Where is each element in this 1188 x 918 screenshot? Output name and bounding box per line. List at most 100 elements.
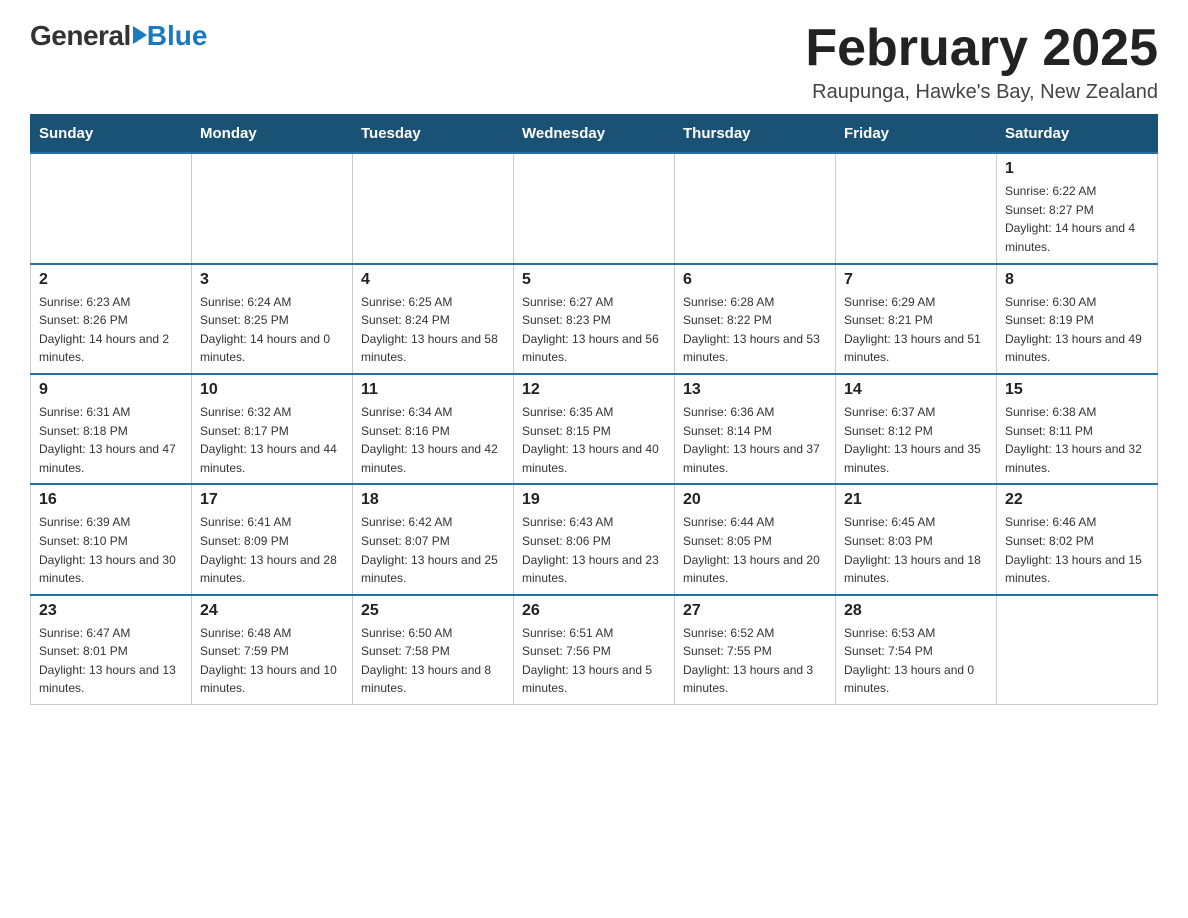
calendar-cell: 8 Sunrise: 6:30 AMSunset: 8:19 PMDaylight… — [997, 264, 1158, 374]
day-number: 17 — [200, 491, 344, 509]
calendar-cell: 16Sunrise: 6:39 AMSunset: 8:10 PMDayligh… — [31, 484, 192, 594]
calendar-cell — [675, 153, 836, 263]
calendar-cell — [514, 153, 675, 263]
calendar-cell: 23 Sunrise: 6:47 AMSunset: 8:01 PMDayligh… — [31, 595, 192, 705]
day-number: 27 — [683, 602, 827, 620]
calendar-cell: 20Sunrise: 6:44 AMSunset: 8:05 PMDayligh… — [675, 484, 836, 594]
calendar-week-row: 23 Sunrise: 6:47 AMSunset: 8:01 PMDayligh… — [31, 595, 1158, 705]
calendar-cell — [192, 153, 353, 263]
calendar-cell: 26 Sunrise: 6:51 AMSunset: 7:56 PMDayligh… — [514, 595, 675, 705]
weekday-header-monday: Monday — [192, 115, 353, 154]
day-info: Sunrise: 6:43 AMSunset: 8:06 PMDaylight:… — [522, 513, 666, 587]
calendar-cell — [353, 153, 514, 263]
logo-general-text: General — [30, 20, 131, 52]
calendar-cell: 4 Sunrise: 6:25 AMSunset: 8:24 PMDaylight… — [353, 264, 514, 374]
calendar-cell: 6 Sunrise: 6:28 AMSunset: 8:22 PMDaylight… — [675, 264, 836, 374]
day-number: 15 — [1005, 381, 1149, 399]
calendar-cell — [31, 153, 192, 263]
day-number: 5 — [522, 271, 666, 289]
day-info: Sunrise: 6:39 AMSunset: 8:10 PMDaylight:… — [39, 513, 183, 587]
day-number: 2 — [39, 271, 183, 289]
day-info: Sunrise: 6:29 AMSunset: 8:21 PMDaylight:… — [844, 293, 988, 367]
day-number: 3 — [200, 271, 344, 289]
calendar-cell: 7 Sunrise: 6:29 AMSunset: 8:21 PMDaylight… — [836, 264, 997, 374]
calendar-cell: 10Sunrise: 6:32 AMSunset: 8:17 PMDayligh… — [192, 374, 353, 484]
day-info: Sunrise: 6:27 AMSunset: 8:23 PMDaylight:… — [522, 293, 666, 367]
calendar-week-row: 9Sunrise: 6:31 AMSunset: 8:18 PMDaylight… — [31, 374, 1158, 484]
day-number: 10 — [200, 381, 344, 399]
calendar-cell: 24 Sunrise: 6:48 AMSunset: 7:59 PMDayligh… — [192, 595, 353, 705]
logo-blue-part: Blue — [131, 20, 208, 52]
calendar-cell: 25Sunrise: 6:50 AMSunset: 7:58 PMDayligh… — [353, 595, 514, 705]
calendar-cell: 11 Sunrise: 6:34 AMSunset: 8:16 PMDayligh… — [353, 374, 514, 484]
calendar-table: SundayMondayTuesdayWednesdayThursdayFrid… — [30, 114, 1158, 705]
day-number: 4 — [361, 271, 505, 289]
day-info: Sunrise: 6:22 AMSunset: 8:27 PMDaylight:… — [1005, 182, 1149, 256]
weekday-header-wednesday: Wednesday — [514, 115, 675, 154]
day-number: 9 — [39, 381, 183, 399]
day-info: Sunrise: 6:48 AMSunset: 7:59 PMDaylight:… — [200, 624, 344, 698]
day-info: Sunrise: 6:36 AMSunset: 8:14 PMDaylight:… — [683, 403, 827, 477]
calendar-week-row: 1 Sunrise: 6:22 AMSunset: 8:27 PMDaylight… — [31, 153, 1158, 263]
logo: General Blue — [30, 20, 207, 52]
day-info: Sunrise: 6:44 AMSunset: 8:05 PMDaylight:… — [683, 513, 827, 587]
day-info: Sunrise: 6:50 AMSunset: 7:58 PMDaylight:… — [361, 624, 505, 698]
day-info: Sunrise: 6:30 AMSunset: 8:19 PMDaylight:… — [1005, 293, 1149, 367]
day-info: Sunrise: 6:28 AMSunset: 8:22 PMDaylight:… — [683, 293, 827, 367]
day-number: 24 — [200, 602, 344, 620]
calendar-cell: 28 Sunrise: 6:53 AMSunset: 7:54 PMDayligh… — [836, 595, 997, 705]
calendar-cell: 2 Sunrise: 6:23 AMSunset: 8:26 PMDaylight… — [31, 264, 192, 374]
day-number: 21 — [844, 491, 988, 509]
day-number: 23 — [39, 602, 183, 620]
calendar-cell: 1 Sunrise: 6:22 AMSunset: 8:27 PMDaylight… — [997, 153, 1158, 263]
day-number: 18 — [361, 491, 505, 509]
calendar-cell: 21 Sunrise: 6:45 AMSunset: 8:03 PMDayligh… — [836, 484, 997, 594]
calendar-cell: 9Sunrise: 6:31 AMSunset: 8:18 PMDaylight… — [31, 374, 192, 484]
calendar-cell: 19 Sunrise: 6:43 AMSunset: 8:06 PMDayligh… — [514, 484, 675, 594]
calendar-week-row: 2 Sunrise: 6:23 AMSunset: 8:26 PMDaylight… — [31, 264, 1158, 374]
calendar-cell: 5 Sunrise: 6:27 AMSunset: 8:23 PMDaylight… — [514, 264, 675, 374]
title-section: February 2025 Raupunga, Hawke's Bay, New… — [805, 20, 1158, 104]
day-number: 8 — [1005, 271, 1149, 289]
day-info: Sunrise: 6:24 AMSunset: 8:25 PMDaylight:… — [200, 293, 344, 367]
calendar-cell: 3 Sunrise: 6:24 AMSunset: 8:25 PMDaylight… — [192, 264, 353, 374]
calendar-cell — [836, 153, 997, 263]
day-number: 11 — [361, 381, 505, 399]
weekday-header-saturday: Saturday — [997, 115, 1158, 154]
day-number: 26 — [522, 602, 666, 620]
day-info: Sunrise: 6:23 AMSunset: 8:26 PMDaylight:… — [39, 293, 183, 367]
calendar-cell: 27 Sunrise: 6:52 AMSunset: 7:55 PMDayligh… — [675, 595, 836, 705]
day-number: 19 — [522, 491, 666, 509]
day-number: 6 — [683, 271, 827, 289]
logo-blue-text: Blue — [147, 20, 208, 52]
calendar-cell: 15 Sunrise: 6:38 AMSunset: 8:11 PMDayligh… — [997, 374, 1158, 484]
day-info: Sunrise: 6:38 AMSunset: 8:11 PMDaylight:… — [1005, 403, 1149, 477]
day-number: 28 — [844, 602, 988, 620]
day-info: Sunrise: 6:41 AMSunset: 8:09 PMDaylight:… — [200, 513, 344, 587]
calendar-cell: 14Sunrise: 6:37 AMSunset: 8:12 PMDayligh… — [836, 374, 997, 484]
day-info: Sunrise: 6:46 AMSunset: 8:02 PMDaylight:… — [1005, 513, 1149, 587]
calendar-header-row: SundayMondayTuesdayWednesdayThursdayFrid… — [31, 115, 1158, 154]
calendar-week-row: 16Sunrise: 6:39 AMSunset: 8:10 PMDayligh… — [31, 484, 1158, 594]
day-number: 13 — [683, 381, 827, 399]
day-info: Sunrise: 6:52 AMSunset: 7:55 PMDaylight:… — [683, 624, 827, 698]
calendar-cell: 13 Sunrise: 6:36 AMSunset: 8:14 PMDayligh… — [675, 374, 836, 484]
day-info: Sunrise: 6:53 AMSunset: 7:54 PMDaylight:… — [844, 624, 988, 698]
day-info: Sunrise: 6:25 AMSunset: 8:24 PMDaylight:… — [361, 293, 505, 367]
calendar-cell — [997, 595, 1158, 705]
day-info: Sunrise: 6:37 AMSunset: 8:12 PMDaylight:… — [844, 403, 988, 477]
day-info: Sunrise: 6:51 AMSunset: 7:56 PMDaylight:… — [522, 624, 666, 698]
day-info: Sunrise: 6:47 AMSunset: 8:01 PMDaylight:… — [39, 624, 183, 698]
day-number: 22 — [1005, 491, 1149, 509]
day-info: Sunrise: 6:34 AMSunset: 8:16 PMDaylight:… — [361, 403, 505, 477]
calendar-cell: 12Sunrise: 6:35 AMSunset: 8:15 PMDayligh… — [514, 374, 675, 484]
location-subtitle: Raupunga, Hawke's Bay, New Zealand — [805, 81, 1158, 104]
day-number: 7 — [844, 271, 988, 289]
logo-arrow-icon — [133, 26, 147, 44]
day-info: Sunrise: 6:35 AMSunset: 8:15 PMDaylight:… — [522, 403, 666, 477]
day-info: Sunrise: 6:42 AMSunset: 8:07 PMDaylight:… — [361, 513, 505, 587]
calendar-cell: 22 Sunrise: 6:46 AMSunset: 8:02 PMDayligh… — [997, 484, 1158, 594]
day-info: Sunrise: 6:45 AMSunset: 8:03 PMDaylight:… — [844, 513, 988, 587]
weekday-header-tuesday: Tuesday — [353, 115, 514, 154]
day-number: 1 — [1005, 160, 1149, 178]
